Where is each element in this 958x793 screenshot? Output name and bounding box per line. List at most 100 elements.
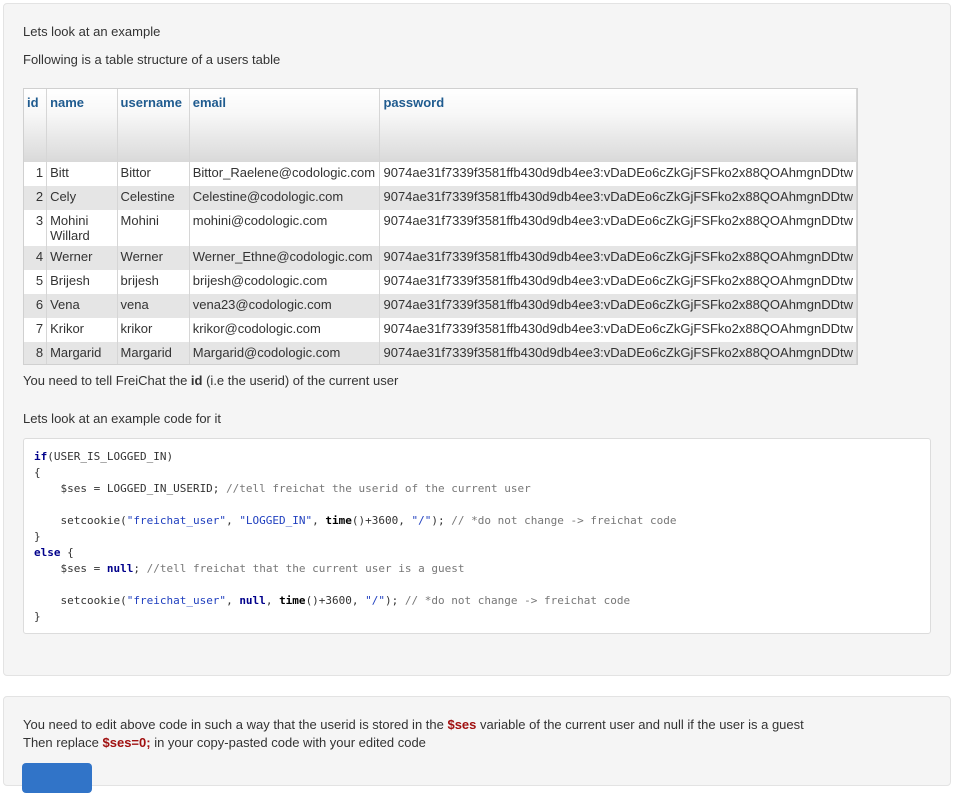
cell-id: 5: [24, 270, 48, 294]
cell-id: 8: [24, 342, 48, 364]
code-line-10: setcookie("freichat_user", null, time()+…: [34, 594, 630, 607]
cell-name: Margarid: [46, 342, 118, 364]
text-segment: in your copy-pasted code with your edite…: [150, 735, 426, 750]
text-segment: variable of the current user and null if…: [476, 717, 804, 732]
code-comment: // *do not change -> freichat code: [404, 594, 631, 607]
id-bold: id: [190, 373, 203, 388]
cell-id: 3: [24, 210, 48, 246]
cell-email: Celestine@codologic.com: [189, 186, 381, 210]
header-id: id: [24, 89, 48, 162]
cell-email: Werner_Ethne@codologic.com: [189, 246, 381, 270]
code-line-5: setcookie("freichat_user", "LOGGED_IN", …: [34, 514, 676, 527]
cell-name: Mohini Willard: [46, 210, 118, 246]
cell-email: Margarid@codologic.com: [189, 342, 381, 364]
code-token: ,: [226, 594, 240, 607]
cell-password: 9074ae31f7339f3581ffb430d9db4ee3:vDaDEo6…: [379, 246, 857, 270]
cell-username: Werner: [117, 246, 190, 270]
cell-password: 9074ae31f7339f3581ffb430d9db4ee3:vDaDEo6…: [379, 342, 857, 364]
cell-id: 6: [24, 294, 48, 318]
cell-id: 7: [24, 318, 48, 342]
code-line-2: {: [34, 466, 41, 479]
table-row: 4 Werner Werner Werner_Ethne@codologic.c…: [24, 246, 857, 270]
cell-email: vena23@codologic.com: [189, 294, 381, 318]
cell-username: Bittor: [117, 162, 190, 186]
table-row: 8 Margarid Margarid Margarid@codologic.c…: [24, 342, 857, 364]
cell-password: 9074ae31f7339f3581ffb430d9db4ee3:vDaDEo6…: [379, 294, 857, 318]
header-name: name: [46, 89, 118, 162]
cell-email: brijesh@codologic.com: [189, 270, 381, 294]
cell-username: Margarid: [117, 342, 190, 364]
code-function: time: [279, 594, 306, 607]
code-string: "/": [411, 514, 432, 527]
cell-username: brijesh: [117, 270, 190, 294]
code-keyword: else: [34, 546, 61, 559]
cell-username: krikor: [117, 318, 190, 342]
code-string: "freichat_user": [126, 514, 227, 527]
code-line-8: $ses = null; //tell freichat that the cu…: [34, 562, 465, 575]
table-row: 1 Bitt Bittor Bittor_Raelene@codologic.c…: [24, 162, 857, 186]
cell-password: 9074ae31f7339f3581ffb430d9db4ee3:vDaDEo6…: [379, 270, 857, 294]
code-token: ,: [265, 594, 280, 607]
text-segment: (i.e the userid) of the current user: [202, 373, 399, 388]
header-username: username: [117, 89, 190, 162]
cell-username: vena: [117, 294, 190, 318]
code-token: );: [431, 514, 452, 527]
code-block[interactable]: if(USER_IS_LOGGED_IN) { $ses = LOGGED_IN…: [23, 438, 931, 634]
cell-id: 1: [24, 162, 48, 186]
cell-name: Bitt: [46, 162, 118, 186]
code-token: }: [34, 610, 41, 623]
code-line-1: if(USER_IS_LOGGED_IN): [34, 450, 173, 463]
code-comment: //tell freichat the userid of the curren…: [226, 482, 531, 495]
cell-email: krikor@codologic.com: [189, 318, 381, 342]
code-token: {: [34, 466, 41, 479]
text-segment: Then replace: [23, 735, 103, 750]
code-keyword: null: [106, 562, 134, 575]
cell-name: Cely: [46, 186, 118, 210]
table-row: 7 Krikor krikor krikor@codologic.com 907…: [24, 318, 857, 342]
code-token: if: [34, 450, 48, 463]
header-email: email: [189, 89, 381, 162]
code-token: setcookie(: [34, 514, 127, 527]
code-intro-text: Lets look at an example code for it: [23, 411, 222, 426]
code-string: "LOGGED_IN": [239, 514, 313, 527]
users-table: id name username email password 1 Bitt B…: [23, 88, 858, 365]
code-comment: // *do not change -> freichat code: [451, 514, 677, 527]
code-token: $ses = LOGGED_IN_USERID;: [34, 482, 227, 495]
ses-variable: $ses: [447, 717, 477, 732]
cell-username: Celestine: [117, 186, 190, 210]
code-token: ,: [226, 514, 240, 527]
code-token: (USER_IS_LOGGED_IN): [47, 450, 174, 463]
code-string: "freichat_user": [126, 594, 227, 607]
code-string: "/": [365, 594, 386, 607]
code-token: setcookie(: [34, 594, 127, 607]
text-segment: You need to edit above code in such a wa…: [23, 717, 448, 732]
code-token: }: [34, 530, 41, 543]
instructions-panel: You need to edit above code in such a wa…: [3, 696, 951, 793]
code-token: ()+3600,: [305, 594, 366, 607]
cell-password: 9074ae31f7339f3581ffb430d9db4ee3:vDaDEo6…: [379, 318, 857, 342]
cell-email: mohini@codologic.com: [189, 210, 381, 246]
table-row: 6 Vena vena vena23@codologic.com 9074ae3…: [24, 294, 857, 318]
cell-username: Mohini: [117, 210, 190, 246]
code-comment: //tell freichat that the current user is…: [146, 562, 465, 575]
code-token: ()+3600,: [351, 514, 412, 527]
code-token: $ses =: [34, 562, 107, 575]
code-token: ,: [312, 514, 326, 527]
instruction-line-2: Then replace $ses=0; in your copy-pasted…: [23, 735, 426, 750]
cell-name: Vena: [46, 294, 118, 318]
ses-zero-snippet: $ses=0;: [102, 735, 151, 750]
cell-id: 2: [24, 186, 48, 210]
code-token: ;: [133, 562, 147, 575]
cell-name: Krikor: [46, 318, 118, 342]
code-keyword: null: [239, 594, 266, 607]
cell-name: Brijesh: [46, 270, 118, 294]
code-token: );: [385, 594, 405, 607]
cell-email: Bittor_Raelene@codologic.com: [189, 162, 381, 186]
header-password: password: [379, 89, 857, 162]
text-segment: You need to tell FreiChat the: [23, 373, 191, 388]
intro-text: Lets look at an example: [23, 24, 161, 39]
cell-name: Werner: [46, 246, 118, 270]
instruction-line-1: You need to edit above code in such a wa…: [23, 717, 804, 732]
code-line-6: }: [34, 530, 41, 543]
table-row: 2 Cely Celestine Celestine@codologic.com…: [24, 186, 857, 210]
